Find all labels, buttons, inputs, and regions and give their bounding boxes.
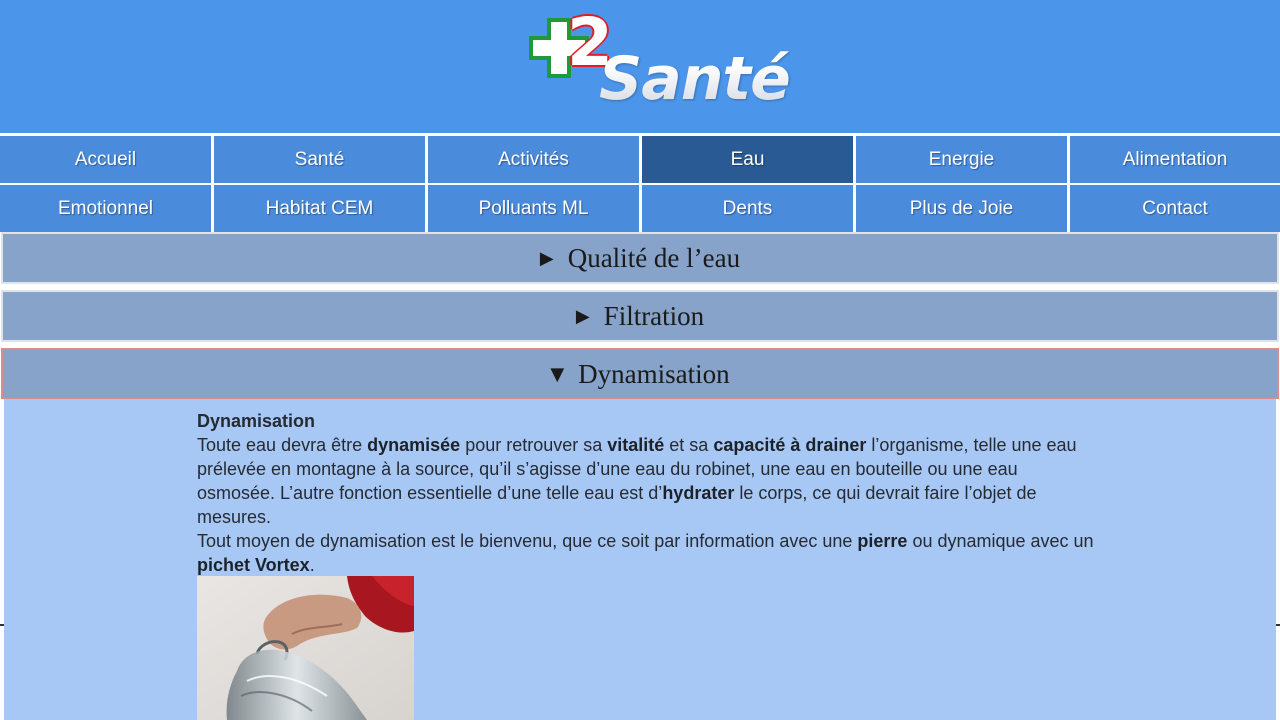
- logo-word: Santé: [599, 44, 791, 114]
- text: .: [309, 555, 315, 575]
- nav-item-alimentation[interactable]: Alimentation: [1070, 136, 1280, 183]
- nav-row-2: Emotionnel Habitat CEM Polluants ML Dent…: [0, 185, 1280, 232]
- accordion-dynamisation[interactable]: ▼ Dynamisation: [1, 348, 1279, 400]
- bold-text: pierre: [857, 531, 908, 551]
- nav-item-dents[interactable]: Dents: [642, 185, 853, 232]
- bold-text: dynamisée: [367, 435, 461, 455]
- triangle-down-icon: ▼: [550, 363, 565, 385]
- panel-content: Dynamisation Toute eau devra être dynami…: [197, 409, 1097, 577]
- nav-item-habitat-cem[interactable]: Habitat CEM: [214, 185, 425, 232]
- pitcher-image: [197, 576, 414, 720]
- nav-item-eau[interactable]: Eau: [642, 136, 853, 183]
- site-header: 2 Santé: [0, 0, 1280, 133]
- text: Tout moyen de dynamisation est le bienve…: [197, 531, 858, 551]
- site-logo[interactable]: 2 Santé: [525, 4, 791, 114]
- bold-text: capacité à drainer: [713, 435, 867, 455]
- nav-item-sante[interactable]: Santé: [214, 136, 425, 183]
- paragraph-2: Tout moyen de dynamisation est le bienve…: [197, 529, 1097, 577]
- text: Toute eau devra être: [197, 435, 368, 455]
- edge-marker-right: [1276, 624, 1280, 626]
- main-nav: Accueil Santé Activités Eau Energie Alim…: [0, 133, 1280, 232]
- accordion-label: Qualité de l’eau: [567, 242, 741, 273]
- nav-item-activites[interactable]: Activités: [428, 136, 639, 183]
- nav-item-energie[interactable]: Energie: [856, 136, 1067, 183]
- accordion-label: Dynamisation: [578, 358, 730, 389]
- triangle-right-icon: ▶: [575, 305, 590, 327]
- nav-item-emotionnel[interactable]: Emotionnel: [0, 185, 211, 232]
- bold-text: hydrater: [662, 483, 735, 503]
- text: et sa: [664, 435, 714, 455]
- nav-item-plus-de-joie[interactable]: Plus de Joie: [856, 185, 1067, 232]
- accordion-filtration[interactable]: ▶ Filtration: [1, 290, 1279, 342]
- nav-item-contact[interactable]: Contact: [1070, 185, 1280, 232]
- accordion-qualite-eau[interactable]: ▶ Qualité de l’eau: [1, 232, 1279, 284]
- nav-item-polluants-ml[interactable]: Polluants ML: [428, 185, 639, 232]
- pitcher-photo: [197, 576, 414, 720]
- accordion-label: Filtration: [603, 300, 705, 331]
- paragraph-1: Toute eau devra être dynamisée pour retr…: [197, 433, 1097, 529]
- text: ou dynamique avec un: [907, 531, 1094, 551]
- nav-row-1: Accueil Santé Activités Eau Energie Alim…: [0, 136, 1280, 183]
- panel-heading: Dynamisation: [197, 411, 316, 431]
- triangle-right-icon: ▶: [539, 247, 554, 269]
- nav-item-accueil[interactable]: Accueil: [0, 136, 211, 183]
- edge-marker-left: [0, 624, 4, 626]
- text: pour retrouver sa: [460, 435, 608, 455]
- dynamisation-panel: Dynamisation Toute eau devra être dynami…: [1, 399, 1279, 720]
- bold-text: pichet Vortex: [197, 555, 310, 575]
- bold-text: vitalité: [607, 435, 665, 455]
